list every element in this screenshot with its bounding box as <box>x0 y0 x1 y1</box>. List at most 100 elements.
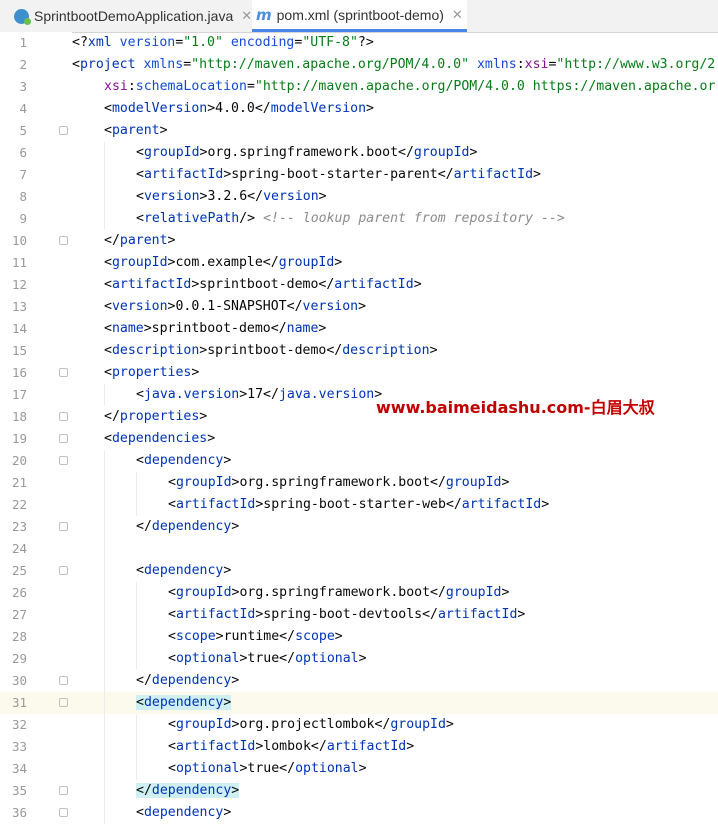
token: > <box>167 233 176 248</box>
token: > <box>406 739 415 754</box>
tab-pom-xml[interactable]: m pom.xml (sprintboot-demo) ✕ <box>252 0 467 32</box>
code-line[interactable]: 34 <optional>true</optional> <box>0 758 718 780</box>
fold-toggle-icon[interactable] <box>59 676 68 685</box>
token: = <box>183 57 192 72</box>
fold-toggle-icon[interactable] <box>59 412 68 421</box>
fold-toggle-icon[interactable] <box>59 808 68 817</box>
code-line[interactable]: 3 xsi:schemaLocation="http://maven.apache… <box>0 76 718 98</box>
token: > <box>223 805 232 820</box>
fold-toggle-icon[interactable] <box>59 236 68 245</box>
code-line[interactable]: 2 <project xmlns="http://maven.apache.org… <box>0 54 718 76</box>
code-line[interactable]: 29 <optional>true</optional> <box>0 648 718 670</box>
code-line[interactable]: 35 </dependency> <box>0 780 718 802</box>
code-line[interactable]: 16 <properties> <box>0 362 718 384</box>
token: >17</ <box>239 387 279 402</box>
token: > <box>318 321 327 336</box>
line-number: 10 <box>11 233 27 248</box>
token: groupId <box>445 475 502 490</box>
code-line[interactable]: 28 <scope>runtime</scope> <box>0 626 718 648</box>
line-number: 6 <box>19 145 27 160</box>
code-line[interactable]: 1 <?xml version="1.0" encoding="UTF-8"?> <box>0 32 718 54</box>
close-icon[interactable]: ✕ <box>241 8 252 24</box>
code-text: <scope>runtime</scope> <box>168 626 343 648</box>
code-text: </dependency> <box>136 780 240 802</box>
code-line[interactable]: 31 <dependency> <box>0 692 718 714</box>
token: < <box>104 321 112 336</box>
fold-toggle-icon[interactable] <box>59 522 68 531</box>
code-line[interactable]: 19 <dependencies> <box>0 428 718 450</box>
token: > <box>191 365 200 380</box>
fold-toggle-icon[interactable] <box>59 368 68 377</box>
token: < <box>168 607 176 622</box>
line-number: 31 <box>11 695 27 710</box>
token: >sprintboot-demo</ <box>143 321 287 336</box>
code-line[interactable]: 11 <groupId>com.example</groupId> <box>0 252 718 274</box>
token: "1.0" <box>183 35 223 50</box>
token: > <box>223 695 232 710</box>
code-line[interactable]: 10 </parent> <box>0 230 718 252</box>
code-line[interactable]: 12 <artifactId>sprintboot-demo</artifactI… <box>0 274 718 296</box>
fold-toggle-icon[interactable] <box>59 434 68 443</box>
code-line[interactable]: 4 <modelVersion>4.0.0</modelVersion> <box>0 98 718 120</box>
token: xmlns <box>143 57 184 72</box>
token: < <box>104 343 112 358</box>
code-line[interactable]: 7 <artifactId>spring-boot-starter-parent<… <box>0 164 718 186</box>
code-line[interactable]: 22 <artifactId>spring-boot-starter-web</a… <box>0 494 718 516</box>
indent-guide <box>104 164 105 186</box>
code-text: <optional>true</optional> <box>168 758 367 780</box>
token: < <box>104 101 112 116</box>
code-text: xsi:schemaLocation="http://maven.apache.… <box>104 76 715 98</box>
token: > <box>469 145 478 160</box>
token: schemaLocation <box>135 79 247 94</box>
token: = <box>175 35 184 50</box>
code-line[interactable]: 26 <groupId>org.springframework.boot</gro… <box>0 582 718 604</box>
line-number: 32 <box>11 717 27 732</box>
code-text: </dependency> <box>136 670 239 692</box>
indent-guide <box>104 714 105 736</box>
line-number: 24 <box>11 541 27 556</box>
code-line[interactable]: 32 <groupId>org.projectlombok</groupId> <box>0 714 718 736</box>
line-number: 21 <box>11 475 27 490</box>
token: "http://maven.apache.org/POM/4.0.0" <box>191 57 470 72</box>
code-text: <dependency> <box>136 450 231 472</box>
token: >com.example</ <box>167 255 279 270</box>
code-line[interactable]: 13 <version>0.0.1-SNAPSHOT</version> <box>0 296 718 318</box>
fold-toggle-icon[interactable] <box>59 566 68 575</box>
fold-toggle-icon[interactable] <box>59 786 68 795</box>
code-line[interactable]: 14 <name>sprintboot-demo</name> <box>0 318 718 340</box>
code-line[interactable]: 5 <parent> <box>0 120 718 142</box>
line-number: 18 <box>11 409 27 424</box>
tab-sprintboot-demo-application[interactable]: SprintbootDemoApplication.java ✕ <box>14 0 252 32</box>
line-number: 8 <box>19 189 27 204</box>
code-line[interactable]: 20 <dependency> <box>0 450 718 472</box>
code-line[interactable]: 24 <box>0 538 718 560</box>
line-number: 30 <box>11 673 27 688</box>
token: < <box>104 299 112 314</box>
token: < <box>104 255 112 270</box>
code-line[interactable]: 21 <groupId>org.springframework.boot</gro… <box>0 472 718 494</box>
fold-toggle-icon[interactable] <box>59 126 68 135</box>
token: > <box>318 189 327 204</box>
indent-guide <box>104 384 105 406</box>
code-line[interactable]: 23 </dependency> <box>0 516 718 538</box>
code-line[interactable]: 33 <artifactId>lombok</artifactId> <box>0 736 718 758</box>
code-line[interactable]: 6 <groupId>org.springframework.boot</grou… <box>0 142 718 164</box>
code-line[interactable]: 8 <version>3.2.6</version> <box>0 186 718 208</box>
line-number: 13 <box>11 299 27 314</box>
code-line[interactable]: 25 <dependency> <box>0 560 718 582</box>
code-editor[interactable]: 1 <?xml version="1.0" encoding="UTF-8"?> 2… <box>0 32 718 824</box>
code-line[interactable]: 9 <relativePath/> <!-- lookup parent from… <box>0 208 718 230</box>
code-line[interactable]: 27 <artifactId>spring-boot-devtools</arti… <box>0 604 718 626</box>
code-line[interactable]: 30 </dependency> <box>0 670 718 692</box>
code-line[interactable]: 36 <dependency> <box>0 802 718 824</box>
close-icon[interactable]: ✕ <box>452 7 463 23</box>
token: <!-- lookup parent from repository --> <box>263 211 565 226</box>
fold-toggle-icon[interactable] <box>59 456 68 465</box>
code-line[interactable]: 15 <description>sprintboot-demo</descript… <box>0 340 718 362</box>
fold-toggle-icon[interactable] <box>59 698 68 707</box>
token: > <box>429 343 438 358</box>
code-text: <optional>true</optional> <box>168 648 367 670</box>
tab-label: pom.xml (sprintboot-demo) <box>276 6 444 23</box>
token: < <box>136 695 144 710</box>
token: = <box>246 79 255 94</box>
